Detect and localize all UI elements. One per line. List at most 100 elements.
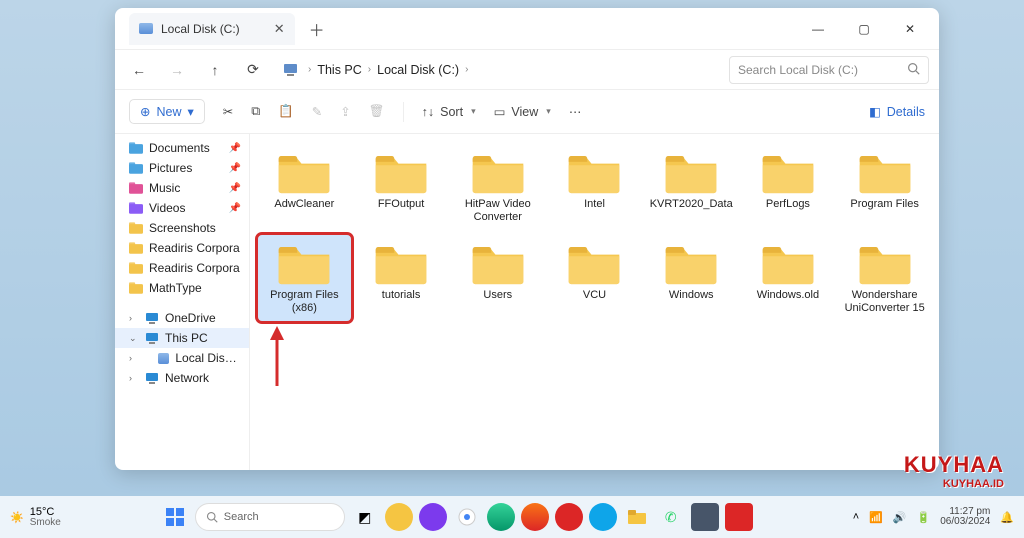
nav-tree-item[interactable]: ›OneDrive [115,308,249,328]
pin-icon: 📌 [229,143,241,154]
more-button[interactable]: ⋯ [569,104,582,119]
copy-button[interactable]: ⧉ [251,104,260,119]
up-button[interactable]: ↑ [201,56,229,84]
app-icon-8[interactable] [691,503,719,531]
app-icon-4[interactable] [487,503,515,531]
new-button[interactable]: ⊕ New ▾ [129,99,205,124]
nav-tree-item[interactable]: ⌄This PC [115,328,249,348]
crumb-local-disk[interactable]: Local Disk (C:) [377,63,459,77]
folder-item[interactable]: Wondershare UniConverter 15 [838,235,931,320]
forward-button[interactable]: → [163,56,191,84]
back-button[interactable]: ← [125,56,153,84]
start-button[interactable] [161,503,189,531]
folder-item[interactable]: Windows.old [742,235,835,320]
paste-button[interactable]: 📋 [278,104,294,119]
folder-icon [129,282,143,294]
taskbar-search[interactable]: Search [195,503,345,531]
cut-button[interactable]: ✂ [223,104,233,119]
folder-item[interactable]: tutorials [355,235,448,320]
expand-icon[interactable]: ⌄ [129,333,139,344]
pc-icon [283,63,298,76]
nav-tree-item[interactable]: ›Network [115,368,249,388]
search-icon [907,62,920,78]
folder-label: Wondershare UniConverter 15 [841,289,929,314]
share-button[interactable]: ⇪ [340,104,350,119]
tab-local-disk[interactable]: Local Disk (C:) ✕ [129,13,295,45]
folder-item[interactable]: VCU [548,235,641,320]
folder-item[interactable]: KVRT2020_Data [645,144,738,229]
folder-item[interactable]: Program Files [838,144,931,229]
chevron-down-icon: ▾ [188,104,194,119]
clock[interactable]: 11:27 pm 06/03/2024 [940,507,990,527]
app-icon-7[interactable] [589,503,617,531]
folder-item[interactable]: PerfLogs [742,144,835,229]
minimize-button[interactable]: — [795,13,841,45]
pin-icon: 📌 [229,183,241,194]
scissors-icon: ✂ [223,104,233,119]
whatsapp-icon[interactable]: ✆ [657,503,685,531]
system-tray[interactable]: ˄ 📶 🔊 🔋 11:27 pm 06/03/2024 🔔 [853,507,1014,527]
details-button[interactable]: ◧ Details [869,104,925,119]
folder-item[interactable]: Intel [548,144,641,229]
folder-item[interactable]: HitPaw Video Converter [451,144,544,229]
wifi-icon[interactable]: 📶 [869,511,883,524]
notification-icon[interactable]: 🔔 [1000,511,1014,524]
app-icon-2[interactable] [419,503,447,531]
folder-icon [129,182,143,194]
app-icon-6[interactable] [555,503,583,531]
delete-button[interactable]: 🗑 [369,104,385,119]
nav-quick-item[interactable]: Readiris Corpora [115,238,249,258]
maximize-button[interactable]: ▢ [841,13,887,45]
crumb-this-pc[interactable]: This PC [317,63,361,77]
expand-icon[interactable]: › [129,373,139,383]
folder-item[interactable]: FFOutput [355,144,448,229]
new-tab-button[interactable]: ＋ [309,17,325,41]
plus-icon: ⊕ [140,104,150,119]
explorer-icon[interactable] [623,503,651,531]
nav-quick-item[interactable]: MathType [115,278,249,298]
device-icon [145,332,159,344]
drive-icon [139,23,153,34]
folder-icon [129,222,143,234]
expand-icon[interactable]: › [129,313,139,323]
speaker-icon[interactable]: 🔊 [893,511,907,524]
toolbar: ⊕ New ▾ ✂ ⧉ 📋 ✎ ⇪ 🗑 ↑↓ Sort ▾ ▭ View ▾ ⋯… [115,90,939,134]
sort-button[interactable]: ↑↓ Sort ▾ [422,105,476,119]
folder-item[interactable]: Program Files (x86) [258,235,351,320]
breadcrumb[interactable]: › This PC › Local Disk (C:) › [308,63,468,77]
nav-quick-item[interactable]: Pictures📌 [115,158,249,178]
nav-quick-item[interactable]: Readiris Corpora [115,258,249,278]
weather-widget[interactable]: ☀️ 15°C Smoke [10,507,61,528]
close-tab-icon[interactable]: ✕ [274,21,285,37]
nav-quick-item[interactable]: Videos📌 [115,198,249,218]
copy-icon: ⧉ [251,104,260,119]
app-icon-3[interactable] [453,503,481,531]
folder-icon [129,162,143,174]
task-view-icon[interactable]: ◩ [351,503,379,531]
nav-quick-item[interactable]: Music📌 [115,178,249,198]
trash-icon: 🗑 [369,104,385,119]
folder-label: VCU [583,289,606,302]
nav-quick-item[interactable]: Screenshots [115,218,249,238]
view-button[interactable]: ▭ View ▾ [494,104,551,119]
folder-icon [129,242,143,254]
content-pane[interactable]: AdwCleanerFFOutputHitPaw Video Converter… [250,134,939,470]
folder-item[interactable]: AdwCleaner [258,144,351,229]
refresh-button[interactable]: ⟳ [239,56,267,84]
nav-pane[interactable]: Documents📌Pictures📌Music📌Videos📌Screensh… [115,134,250,470]
chevron-up-icon[interactable]: ˄ [853,511,859,523]
app-icon-5[interactable] [521,503,549,531]
nav-tree-item[interactable]: ›Local Disk (C:) [115,348,249,368]
folder-item[interactable]: Users [451,235,544,320]
app-icon-1[interactable] [385,503,413,531]
app-icon-9[interactable] [725,503,753,531]
rename-button[interactable]: ✎ [312,104,322,119]
battery-icon[interactable]: 🔋 [917,511,931,524]
folder-item[interactable]: Windows [645,235,738,320]
taskbar[interactable]: ☀️ 15°C Smoke Search ◩ ✆ ˄ 📶 🔊 🔋 11:27 [0,496,1024,538]
nav-quick-item[interactable]: Documents📌 [115,138,249,158]
expand-icon[interactable]: › [129,353,137,363]
search-input[interactable]: Search Local Disk (C:) [729,56,929,84]
close-button[interactable]: ✕ [887,13,933,45]
search-placeholder: Search Local Disk (C:) [738,63,858,77]
